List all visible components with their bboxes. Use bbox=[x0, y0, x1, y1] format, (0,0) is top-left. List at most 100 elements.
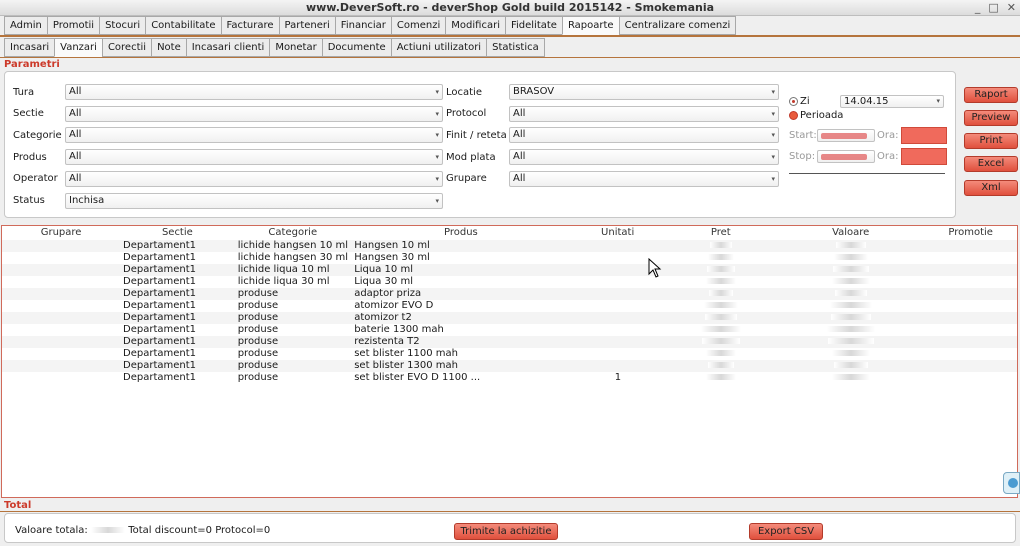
tab-parteneri[interactable]: Parteneri bbox=[278, 16, 335, 35]
subtab-incasari-clienti[interactable]: Incasari clienti bbox=[185, 38, 270, 57]
cell-categorie: lichide hangsen 30 ml bbox=[237, 252, 349, 263]
cell-produs: rezistenta T2 bbox=[354, 336, 420, 347]
table-row[interactable]: Departament1 lichide liqua 30 ml Liqua 30 … bbox=[2, 276, 1017, 288]
cell-sectie: Departament1 bbox=[123, 372, 197, 383]
start-date-select[interactable] bbox=[817, 128, 875, 142]
chevron-down-icon: ▾ bbox=[771, 131, 775, 140]
preview-button[interactable]: Preview bbox=[964, 110, 1018, 126]
maximize-icon[interactable]: □ bbox=[988, 0, 998, 15]
minimize-icon[interactable]: _ bbox=[975, 0, 981, 15]
xml-button[interactable]: Xml bbox=[964, 180, 1018, 196]
field-select[interactable]: BRASOV ▾ bbox=[509, 84, 779, 100]
field-select[interactable]: All ▾ bbox=[65, 105, 443, 122]
field-tura: Tura All ▾ bbox=[13, 84, 443, 100]
table-row[interactable]: Departament1 lichide liqua 10 ml Liqua 10 … bbox=[2, 264, 1017, 276]
table-row[interactable]: Departament1 lichide hangsen 30 ml Hangsen… bbox=[2, 252, 1017, 264]
tab-modificari[interactable]: Modificari bbox=[445, 16, 505, 35]
field-select[interactable]: All ▾ bbox=[509, 170, 779, 187]
field-label: Locatie bbox=[446, 86, 482, 98]
table-row[interactable]: Departament1 produse set blister 1300 mah bbox=[2, 360, 1017, 372]
tab-centralizare-comenzi[interactable]: Centralizare comenzi bbox=[618, 16, 737, 35]
sales-grid[interactable]: Grupare Sectie Categorie Produs Unitati … bbox=[1, 225, 1018, 498]
col-sectie[interactable]: Sectie bbox=[120, 226, 235, 240]
tab-financiar[interactable]: Financiar bbox=[334, 16, 391, 35]
redacted-value bbox=[705, 314, 737, 320]
col-categorie[interactable]: Categorie bbox=[235, 226, 351, 240]
col-pret[interactable]: Pret bbox=[664, 226, 777, 240]
cell-produs: Hangsen 10 ml bbox=[354, 240, 430, 251]
cell-promotie bbox=[924, 240, 1017, 252]
field-value: Inchisa bbox=[69, 194, 105, 206]
stop-date-select[interactable] bbox=[817, 149, 875, 163]
cell-valoare bbox=[777, 288, 924, 300]
cell-produs: Hangsen 30 ml bbox=[354, 252, 430, 263]
mouse-cursor-icon bbox=[648, 258, 662, 278]
tab-admin[interactable]: Admin bbox=[4, 16, 47, 35]
zi-date-value: 14.04.15 bbox=[844, 95, 889, 107]
subtab-actiuni-utilizatori[interactable]: Actiuni utilizatori bbox=[390, 38, 487, 57]
stop-hour-field[interactable] bbox=[901, 147, 947, 165]
field-label: Operator bbox=[13, 173, 58, 185]
zi-radio[interactable] bbox=[789, 96, 798, 106]
table-row[interactable]: Departament1 produse baterie 1300 mah bbox=[2, 324, 1017, 336]
close-icon[interactable]: ✕ bbox=[1007, 0, 1016, 15]
field-select[interactable]: All ▾ bbox=[65, 127, 443, 144]
tab-rapoarte[interactable]: Rapoarte bbox=[561, 16, 619, 35]
excel-button[interactable]: Excel bbox=[964, 156, 1018, 172]
col-unitati[interactable]: Unitati bbox=[571, 226, 665, 240]
tab-fidelitate[interactable]: Fidelitate bbox=[504, 16, 562, 35]
trimite-achizitie-button[interactable]: Trimite la achizitie bbox=[454, 523, 558, 540]
cell-promotie bbox=[924, 312, 1017, 324]
support-icon[interactable] bbox=[1003, 472, 1020, 494]
export-csv-button[interactable]: Export CSV bbox=[749, 523, 823, 540]
redacted-value bbox=[833, 254, 868, 260]
tab-contabilitate[interactable]: Contabilitate bbox=[145, 16, 221, 35]
field-select[interactable]: All ▾ bbox=[509, 105, 779, 122]
perioada-radio[interactable] bbox=[789, 110, 798, 120]
field-label: Categorie bbox=[13, 129, 62, 141]
tab-promotii[interactable]: Promotii bbox=[46, 16, 100, 35]
subtab-statistica[interactable]: Statistica bbox=[486, 38, 545, 57]
redacted-value bbox=[707, 266, 735, 272]
table-row[interactable]: Departament1 produse atomizor EVO D bbox=[2, 300, 1017, 312]
field-select[interactable]: All ▾ bbox=[509, 149, 779, 166]
print-button[interactable]: Print bbox=[964, 133, 1018, 149]
table-row[interactable]: Departament1 produse atomizor t2 bbox=[2, 312, 1017, 324]
subtab-note[interactable]: Note bbox=[151, 38, 186, 57]
cell-unitati bbox=[571, 288, 665, 300]
table-row[interactable]: Departament1 produse adaptor priza bbox=[2, 288, 1017, 300]
table-row[interactable]: Departament1 lichide hangsen 10 ml Hangsen… bbox=[2, 240, 1017, 252]
table-row[interactable]: Departament1 produse set blister EVO D 110… bbox=[2, 372, 1017, 384]
col-produs[interactable]: Produs bbox=[351, 226, 571, 240]
subtab-vanzari[interactable]: Vanzari bbox=[54, 38, 102, 57]
start-hour-field[interactable] bbox=[901, 126, 947, 144]
col-grupare[interactable]: Grupare bbox=[2, 226, 120, 240]
field-select[interactable]: All ▾ bbox=[65, 84, 443, 100]
field-select[interactable]: All ▾ bbox=[65, 149, 443, 166]
subtab-documente[interactable]: Documente bbox=[321, 38, 391, 57]
field-select[interactable]: All ▾ bbox=[65, 170, 443, 187]
tab-facturare[interactable]: Facturare bbox=[220, 16, 279, 35]
total-panel: Valoare totala: Total discount=0 Protoco… bbox=[4, 513, 1016, 543]
raport-button[interactable]: Raport bbox=[964, 87, 1018, 103]
stop-label: Stop: bbox=[789, 150, 816, 162]
col-promotie[interactable]: Promotie bbox=[924, 226, 1017, 240]
zi-date-select[interactable]: 14.04.15 ▾ bbox=[840, 94, 944, 108]
cell-sectie: Departament1 bbox=[123, 336, 197, 347]
tab-comenzi[interactable]: Comenzi bbox=[390, 16, 446, 35]
field-select[interactable]: Inchisa ▾ bbox=[65, 192, 443, 209]
subtab-incasari[interactable]: Incasari bbox=[4, 38, 55, 57]
col-valoare[interactable]: Valoare bbox=[777, 226, 924, 240]
window-controls: _ □ ✕ bbox=[975, 0, 1016, 15]
redacted-value bbox=[91, 527, 125, 533]
cell-promotie bbox=[924, 264, 1017, 276]
subtab-corectii[interactable]: Corectii bbox=[101, 38, 152, 57]
field-select[interactable]: All ▾ bbox=[509, 127, 779, 144]
redacted-value bbox=[704, 302, 738, 308]
table-row[interactable]: Departament1 produse set blister 1100 mah bbox=[2, 348, 1017, 360]
tab-stocuri[interactable]: Stocuri bbox=[99, 16, 146, 35]
chevron-down-icon: ▾ bbox=[435, 174, 439, 183]
subtab-monetar[interactable]: Monetar bbox=[269, 38, 322, 57]
table-row[interactable]: Departament1 produse rezistenta T2 bbox=[2, 336, 1017, 348]
redacted-value bbox=[706, 278, 736, 284]
